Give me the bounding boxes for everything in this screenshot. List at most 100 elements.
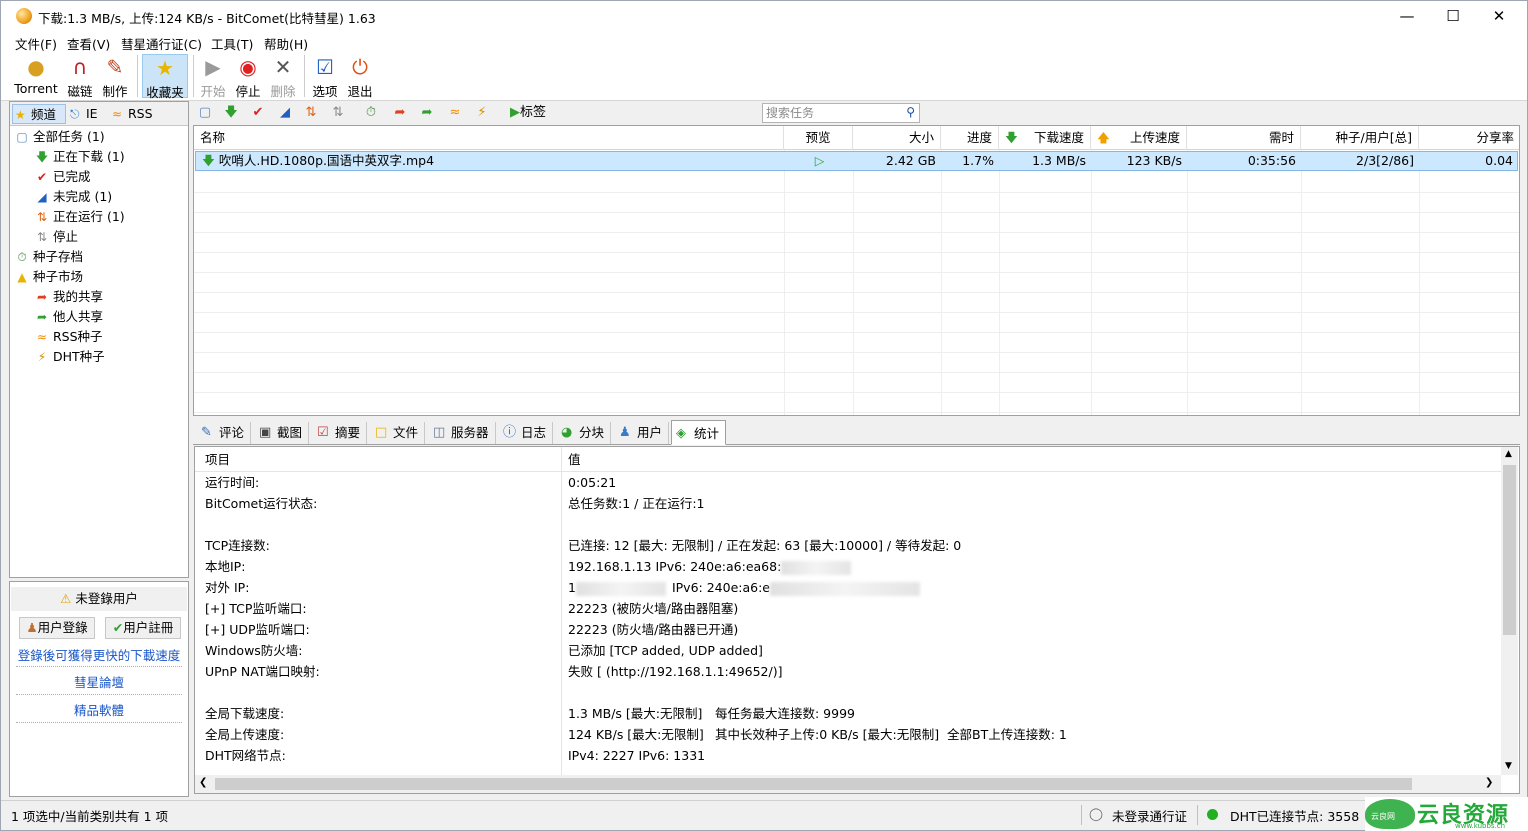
col-preview[interactable]: 预览	[784, 126, 853, 150]
channel-tabs: ★ 频道 ⎋ IE ≈ RSS	[10, 102, 188, 126]
stat-key: Windows防火墙:	[205, 643, 303, 658]
tab-ie[interactable]: ⎋ IE	[68, 104, 108, 124]
col-download-speed[interactable]: 🡇 下载速度	[999, 126, 1091, 150]
all-tasks-filter-icon[interactable]: ▢	[195, 104, 215, 122]
table-row[interactable]: 🡇 吹哨人.HD.1080p.国语中英双字.mp4 ▷ 2.42 GB 1.7%…	[195, 151, 1518, 171]
magnet-button[interactable]: ∩ 磁链	[63, 54, 97, 99]
tree-item-all-tasks[interactable]: ▢ 全部任务 (1)	[14, 127, 104, 147]
login-button[interactable]: ♟用户登錄	[19, 617, 95, 639]
exit-button[interactable]: ⏻ 退出	[345, 54, 375, 99]
col-size[interactable]: 大小	[853, 126, 941, 150]
down-arrow-icon: 🡇	[35, 150, 49, 164]
stopped-filter-icon[interactable]: ⇅	[328, 104, 348, 122]
tree-item-running[interactable]: ⇅ 正在运行 (1)	[34, 207, 125, 227]
tab-channel[interactable]: ★ 频道	[12, 104, 66, 124]
tree-item-downloading[interactable]: 🡇 正在下载 (1)	[34, 147, 125, 167]
running-filter-icon[interactable]: ⇅	[301, 104, 321, 122]
tree-item-seed-archive[interactable]: ⏱ 种子存档	[14, 247, 83, 267]
scroll-down-icon[interactable]: ▼	[1505, 761, 1512, 771]
tree-item-completed[interactable]: ✔ 已完成	[34, 167, 91, 187]
tab-servers[interactable]: ◫ 服务器	[429, 422, 496, 444]
tree-item-dht-seed[interactable]: ⚡ DHT种子	[34, 347, 105, 367]
forum-link[interactable]: 彗星論壇	[10, 672, 188, 691]
tree-item-seed-market[interactable]: ▲ 种子市场	[14, 267, 83, 287]
tab-files[interactable]: □ 文件	[371, 422, 426, 444]
tree-item-my-share[interactable]: ➦ 我的共享	[34, 287, 103, 307]
tree-item-stopped[interactable]: ⇅ 停止	[34, 227, 78, 247]
stat-key: TCP连接数:	[205, 538, 270, 553]
col-seeds-peers[interactable]: 种子/用户[总]	[1301, 126, 1419, 150]
tab-rss[interactable]: ≈ RSS	[110, 104, 160, 124]
scroll-up-icon[interactable]: ▲	[1505, 449, 1512, 459]
close-button[interactable]: ✕	[1476, 1, 1522, 31]
grid-line	[194, 372, 1519, 373]
task-share-ratio: 0.04	[1485, 153, 1513, 168]
col-share-ratio[interactable]: 分享率	[1419, 126, 1519, 150]
bitcomet-logo-icon	[16, 8, 32, 24]
others-share-filter-icon[interactable]: ➦	[417, 104, 437, 122]
archive-filter-icon[interactable]: ⏱	[361, 104, 381, 122]
scroll-right-icon[interactable]: ❯	[1485, 777, 1493, 788]
faster-download-link[interactable]: 登錄後可獲得更快的下載速度	[10, 645, 188, 664]
tags-button[interactable]: ▶标签	[506, 104, 550, 122]
status-bar: 1 项选中/当前类别共有 1 项 ◯ 未登录通行证 DHT已连接节点: 3558	[1, 800, 1527, 830]
col-progress[interactable]: 进度	[941, 126, 999, 150]
grid-line	[1091, 150, 1092, 415]
downloading-filter-icon[interactable]: 🡇	[221, 104, 241, 122]
bitcomet-window: 下载:1.3 MB/s, 上传:124 KB/s - BitComet(比特彗星…	[0, 0, 1528, 831]
toolbar-separator	[304, 55, 305, 97]
task-upload-speed: 123 KB/s	[1126, 153, 1182, 168]
grid-line	[194, 312, 1519, 313]
tab-screenshots[interactable]: ▣ 截图	[255, 422, 310, 444]
rss-seed-icon: ≈	[36, 330, 48, 344]
scroll-thumb[interactable]	[215, 778, 1412, 790]
tab-peers[interactable]: ♟ 用户	[615, 422, 670, 444]
rss-filter-icon[interactable]: ≈	[445, 104, 465, 122]
col-upload-speed[interactable]: 🡅 上传速度	[1091, 126, 1187, 150]
check-icon: ✔	[36, 170, 48, 184]
start-button[interactable]: ▶ 开始	[198, 54, 228, 99]
tab-log[interactable]: ⓘ 日志	[499, 422, 554, 444]
preview-play-icon[interactable]: ▷	[785, 152, 854, 170]
search-input[interactable]	[763, 104, 898, 122]
stop-button[interactable]: ◉ 停止	[233, 54, 263, 99]
favorites-button[interactable]: ★ 收藏夹	[142, 54, 188, 100]
completed-filter-icon[interactable]: ✔	[248, 104, 268, 122]
maximize-button[interactable]: ☐	[1430, 1, 1476, 31]
incomplete-filter-icon[interactable]: ◢	[275, 104, 295, 122]
software-link[interactable]: 精品軟體	[10, 700, 188, 719]
tree-item-others-share[interactable]: ➦ 他人共享	[34, 307, 103, 327]
scroll-left-icon[interactable]: ❮	[199, 777, 207, 788]
vertical-scrollbar[interactable]: ▲ ▼	[1501, 447, 1518, 775]
delete-button[interactable]: ✕ 删除	[268, 54, 298, 99]
col-name[interactable]: 名称	[194, 126, 784, 150]
make-torrent-button[interactable]: ✎ 制作	[99, 54, 131, 99]
grid-line	[1419, 150, 1420, 415]
options-button[interactable]: ☑ 选项	[310, 54, 340, 99]
stat-value: 0:05:21	[568, 475, 617, 490]
warning-icon: ⚠	[60, 591, 72, 606]
search-icon[interactable]: ⚲	[906, 105, 915, 119]
torrent-button[interactable]: ● Torrent	[11, 54, 61, 98]
minimize-button[interactable]: —	[1384, 1, 1430, 31]
redacted-address	[770, 581, 920, 596]
tab-statistics[interactable]: ◈ 统计	[671, 420, 727, 445]
tab-summary[interactable]: ☑ 摘要	[313, 422, 368, 444]
tab-pieces[interactable]: ◕ 分块	[557, 422, 612, 444]
register-button[interactable]: ✔用户註冊	[105, 617, 181, 639]
toolbar-separator	[193, 55, 194, 97]
stat-key: 全局下载速度:	[205, 706, 285, 721]
pass-status[interactable]: 未登录通行证	[1112, 806, 1187, 825]
tree-item-incomplete[interactable]: ◢ 未完成 (1)	[34, 187, 112, 207]
comments-icon: ✎	[201, 425, 212, 440]
horizontal-scrollbar[interactable]: ❮ ❯	[195, 775, 1501, 793]
my-share-filter-icon[interactable]: ➦	[390, 104, 410, 122]
task-progress: 1.7%	[962, 153, 994, 168]
toolbar-separator	[137, 55, 138, 97]
scroll-thumb[interactable]	[1503, 465, 1516, 635]
dht-filter-icon[interactable]: ⚡	[472, 104, 492, 122]
col-eta[interactable]: 需时	[1187, 126, 1301, 150]
tab-comments[interactable]: ✎ 评论	[197, 422, 252, 444]
tree-item-rss-seed[interactable]: ≈ RSS种子	[34, 327, 103, 347]
grid-line	[853, 150, 854, 415]
